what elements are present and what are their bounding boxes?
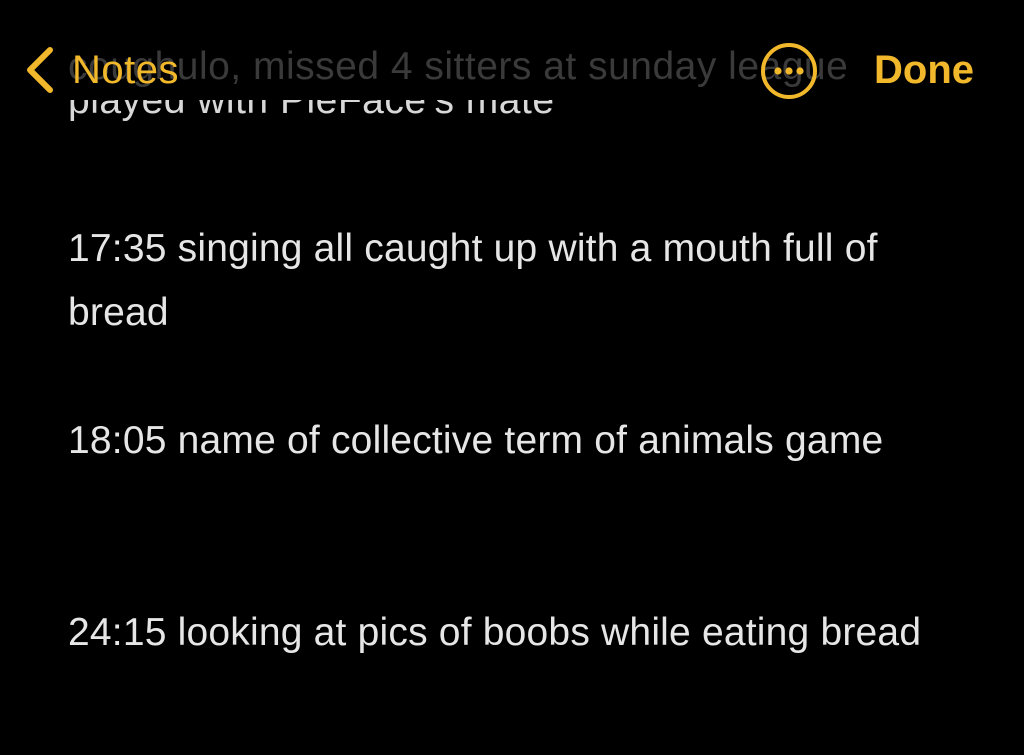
note-entry: 24:15 looking at pics of boobs while eat… xyxy=(68,611,922,654)
note-entry: 18:05 name of collective term of animals… xyxy=(68,419,884,462)
back-button-label: Notes xyxy=(72,47,179,92)
chevron-left-icon xyxy=(27,47,53,93)
navigation-bar: Notes Done xyxy=(0,0,1024,140)
done-button[interactable]: Done xyxy=(874,44,974,96)
ellipsis-circle-icon xyxy=(761,43,817,99)
back-to-notes-button[interactable]: Notes xyxy=(20,44,179,96)
note-entry: 17:35 singing all caught up with a mouth… xyxy=(68,227,878,334)
more-options-button[interactable] xyxy=(760,42,818,100)
